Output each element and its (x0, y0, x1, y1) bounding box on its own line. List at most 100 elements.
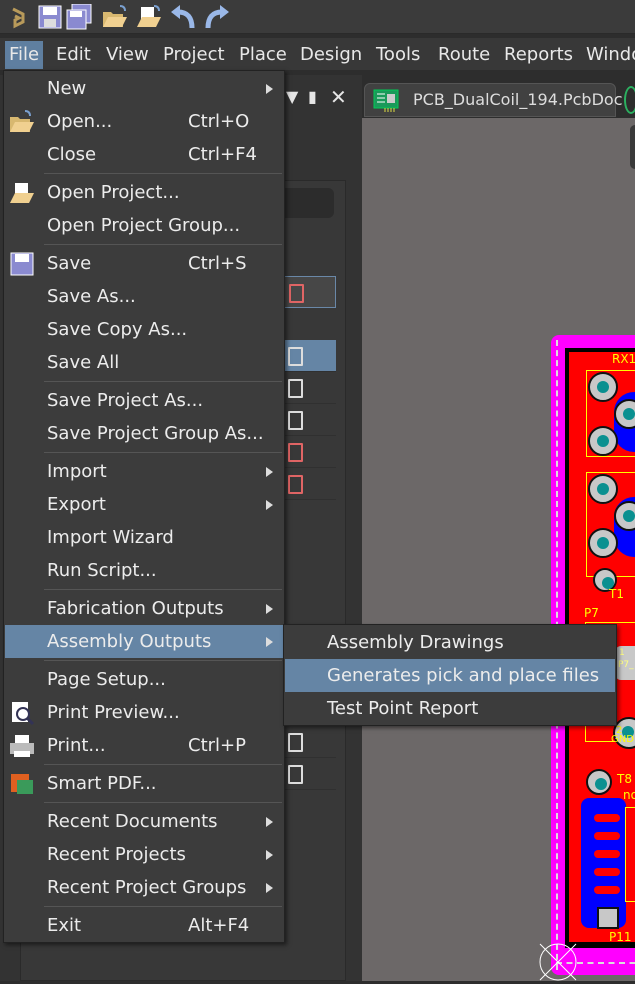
menu-item-open-project-group[interactable]: Open Project Group... (5, 209, 283, 242)
pcb-document-icon (373, 89, 399, 112)
tree-item[interactable] (284, 726, 336, 758)
silk-label: T8 (617, 772, 632, 786)
document-icon (288, 475, 303, 494)
panel-search-input[interactable] (284, 188, 334, 218)
menu-item-print-preview[interactable]: Print Preview... (5, 696, 283, 729)
menu-design[interactable]: Design (296, 41, 366, 69)
component-outline (625, 807, 635, 902)
menu-item-label: Export (47, 494, 106, 515)
pad (586, 769, 612, 795)
open-project-icon[interactable] (136, 4, 162, 30)
close-panel-icon[interactable]: ✕ (330, 85, 347, 109)
tree-item[interactable] (284, 468, 336, 500)
pin-icon[interactable]: ▮ (308, 87, 317, 106)
menu-item-save-copy-as[interactable]: Save Copy As... (5, 313, 283, 346)
menu-item-save-project-as[interactable]: Save Project As... (5, 384, 283, 417)
menu-item-import-wizard[interactable]: Import Wizard (5, 521, 283, 554)
menu-item-label: Fabrication Outputs (47, 598, 224, 619)
menu-item-print[interactable]: Print... Ctrl+P (5, 729, 283, 762)
submenu-item-generates-pick-and-place-files[interactable]: Generates pick and place files (285, 659, 615, 692)
menu-item-run-script[interactable]: Run Script... (5, 554, 283, 587)
menu-item-smart-pdf[interactable]: Smart PDF... (5, 767, 283, 800)
menu-project[interactable]: Project (159, 41, 229, 69)
menu-window[interactable]: Windo (582, 41, 635, 69)
menu-item-label: Save Project Group As... (47, 423, 264, 444)
pad (588, 474, 618, 504)
menu-separator (44, 173, 282, 174)
document-icon (288, 411, 303, 430)
menu-bar: File Edit View Project Place Design Tool… (0, 38, 635, 70)
canvas-toolbar[interactable] (630, 125, 635, 169)
menu-item-open[interactable]: Open... Ctrl+O (5, 105, 283, 138)
file-menu: New Open... Ctrl+O Close Ctrl+F4 Open Project… (3, 70, 285, 943)
silk-label: P11 (609, 930, 632, 944)
menu-item-label: Recent Projects (47, 844, 186, 865)
menu-item-fabrication-outputs[interactable]: Fabrication Outputs (5, 592, 283, 625)
submenu-item-test-point-report[interactable]: Test Point Report (285, 692, 615, 725)
menu-item-export[interactable]: Export (5, 488, 283, 521)
silk-label: P7 (584, 606, 599, 620)
tree-item[interactable] (284, 372, 336, 404)
menu-item-save-project-group-as[interactable]: Save Project Group As... (5, 417, 283, 450)
menu-item-label: Open Project... (47, 182, 180, 203)
menu-item-exit[interactable]: Exit Alt+F4 (5, 909, 283, 942)
menu-item-label: Page Setup... (47, 669, 166, 690)
tree-item[interactable] (284, 758, 336, 790)
menu-place[interactable]: Place (235, 41, 291, 69)
menu-edit[interactable]: Edit (52, 41, 95, 69)
menu-item-shortcut: Ctrl+P (188, 735, 246, 756)
menu-separator (44, 906, 282, 907)
silk-label: 1 (619, 648, 625, 658)
submenu-item-assembly-drawings[interactable]: Assembly Drawings (285, 626, 615, 659)
menu-item-save[interactable]: Save Ctrl+S (5, 247, 283, 280)
submenu-arrow-icon (266, 883, 273, 893)
menu-separator (44, 589, 282, 590)
tab-pcb-document[interactable]: PCB_DualCoil_194.PcbDoc (364, 83, 623, 117)
document-icon (288, 443, 303, 462)
tree-item[interactable] (284, 340, 336, 372)
menu-item-open-project[interactable]: Open Project... (5, 176, 283, 209)
menu-item-label: Save Project As... (47, 390, 204, 411)
tree-item[interactable] (284, 276, 336, 308)
panel-menu-icon[interactable]: ▼ (286, 87, 298, 106)
menu-item-import[interactable]: Import (5, 455, 283, 488)
pad (588, 528, 618, 558)
app-logo-icon[interactable] (5, 4, 31, 30)
submenu-arrow-icon (266, 637, 273, 647)
save-icon[interactable] (37, 4, 63, 30)
submenu-arrow-icon (266, 604, 273, 614)
menu-item-recent-projects[interactable]: Recent Projects (5, 838, 283, 871)
menu-item-recent-project-groups[interactable]: Recent Project Groups (5, 871, 283, 904)
menu-reports[interactable]: Reports (500, 41, 577, 69)
redo-icon[interactable] (204, 4, 230, 30)
tree-item[interactable] (284, 436, 336, 468)
menu-item-save-all[interactable]: Save All (5, 346, 283, 379)
menu-tools[interactable]: Tools (372, 41, 424, 69)
menu-item-close[interactable]: Close Ctrl+F4 (5, 138, 283, 171)
next-tab-icon[interactable] (624, 86, 635, 114)
menu-item-save-as[interactable]: Save As... (5, 280, 283, 313)
document-icon (288, 347, 303, 366)
menu-view[interactable]: View (102, 41, 153, 69)
save-all-icon[interactable] (66, 4, 92, 30)
menu-item-page-setup[interactable]: Page Setup... (5, 663, 283, 696)
menu-item-label: Save All (47, 352, 120, 373)
menu-file[interactable]: File (5, 41, 44, 69)
menu-item-label: Print... (47, 735, 106, 756)
tree-item[interactable] (284, 404, 336, 436)
menu-route[interactable]: Route (434, 41, 494, 69)
silk-label: T1 (609, 587, 624, 601)
menu-separator (44, 244, 282, 245)
menu-item-recent-documents[interactable]: Recent Documents (5, 805, 283, 838)
menu-item-label: Close (47, 144, 97, 165)
open-icon[interactable] (102, 4, 128, 30)
menu-item-shortcut: Alt+F4 (188, 915, 250, 936)
menu-item-shortcut: Ctrl+O (188, 111, 250, 132)
undo-icon[interactable] (170, 4, 196, 30)
menu-item-shortcut: Ctrl+F4 (188, 144, 257, 165)
assembly-outputs-submenu: Assembly Drawings Generates pick and plac… (283, 624, 617, 726)
menu-item-assembly-outputs[interactable]: Assembly Outputs (5, 625, 283, 658)
document-icon (288, 765, 303, 784)
menu-item-label: Import (47, 461, 107, 482)
menu-item-new[interactable]: New (5, 72, 283, 105)
